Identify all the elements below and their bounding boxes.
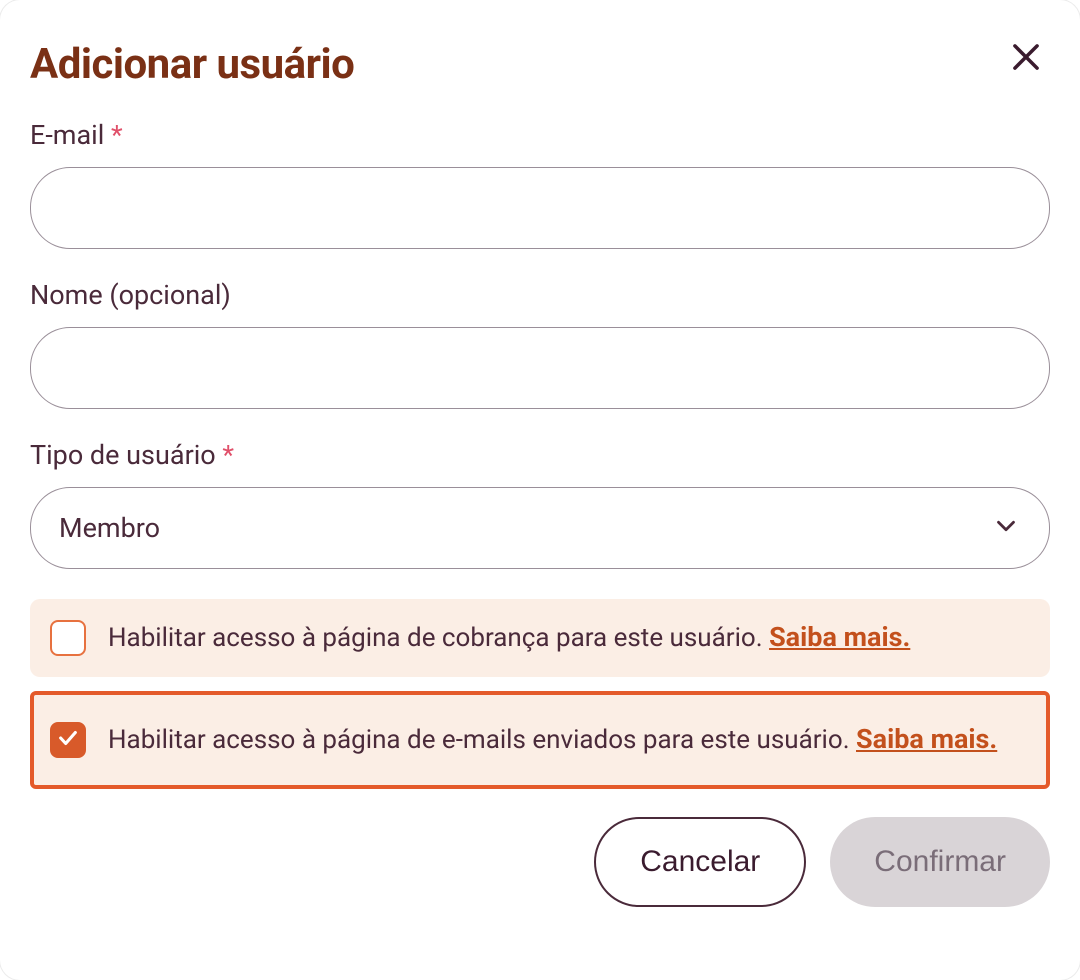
user-type-select[interactable]: Membro [30,487,1050,569]
cancel-button[interactable]: Cancelar [594,817,806,907]
email-access-text-wrap: Habilitar acesso à página de e-mails env… [108,719,997,761]
close-button[interactable] [1002,34,1050,82]
email-group: E-mail * [30,119,1050,249]
dialog-header: Adicionar usuário [30,30,1050,119]
dialog-footer: Cancelar Confirmar [30,817,1050,907]
user-type-value: Membro [59,512,160,544]
chevron-down-icon [991,511,1021,545]
name-input[interactable] [30,327,1050,409]
email-access-text: Habilitar acesso à página de e-mails env… [108,725,850,755]
name-group: Nome (opcional) [30,279,1050,409]
billing-learn-more-link[interactable]: Saiba mais. [769,621,910,653]
email-label: E-mail * [30,119,1050,151]
email-access-row: Habilitar acesso à página de e-mails env… [30,691,1050,789]
user-type-label-text: Tipo de usuário [30,439,216,471]
billing-access-text-wrap: Habilitar acesso à página de cobrança pa… [108,617,910,659]
email-learn-more-link[interactable]: Saiba mais. [856,723,997,755]
billing-access-row: Habilitar acesso à página de cobrança pa… [30,599,1050,677]
name-label: Nome (opcional) [30,279,1050,311]
email-label-text: E-mail [30,119,104,151]
required-indicator: * [111,119,123,151]
email-input[interactable] [30,167,1050,249]
close-icon [1007,38,1045,79]
dialog-title: Adicionar usuário [30,40,354,89]
email-access-checkbox[interactable] [50,722,86,758]
user-type-label: Tipo de usuário * [30,439,1050,471]
billing-access-checkbox[interactable] [50,620,86,656]
confirm-button[interactable]: Confirmar [830,817,1050,907]
required-indicator: * [222,439,234,471]
user-type-group: Tipo de usuário * Membro [30,439,1050,569]
check-icon [57,727,79,753]
billing-access-text: Habilitar acesso à página de cobrança pa… [108,623,763,653]
add-user-dialog: Adicionar usuário E-mail * Nome (opciona… [0,0,1080,980]
